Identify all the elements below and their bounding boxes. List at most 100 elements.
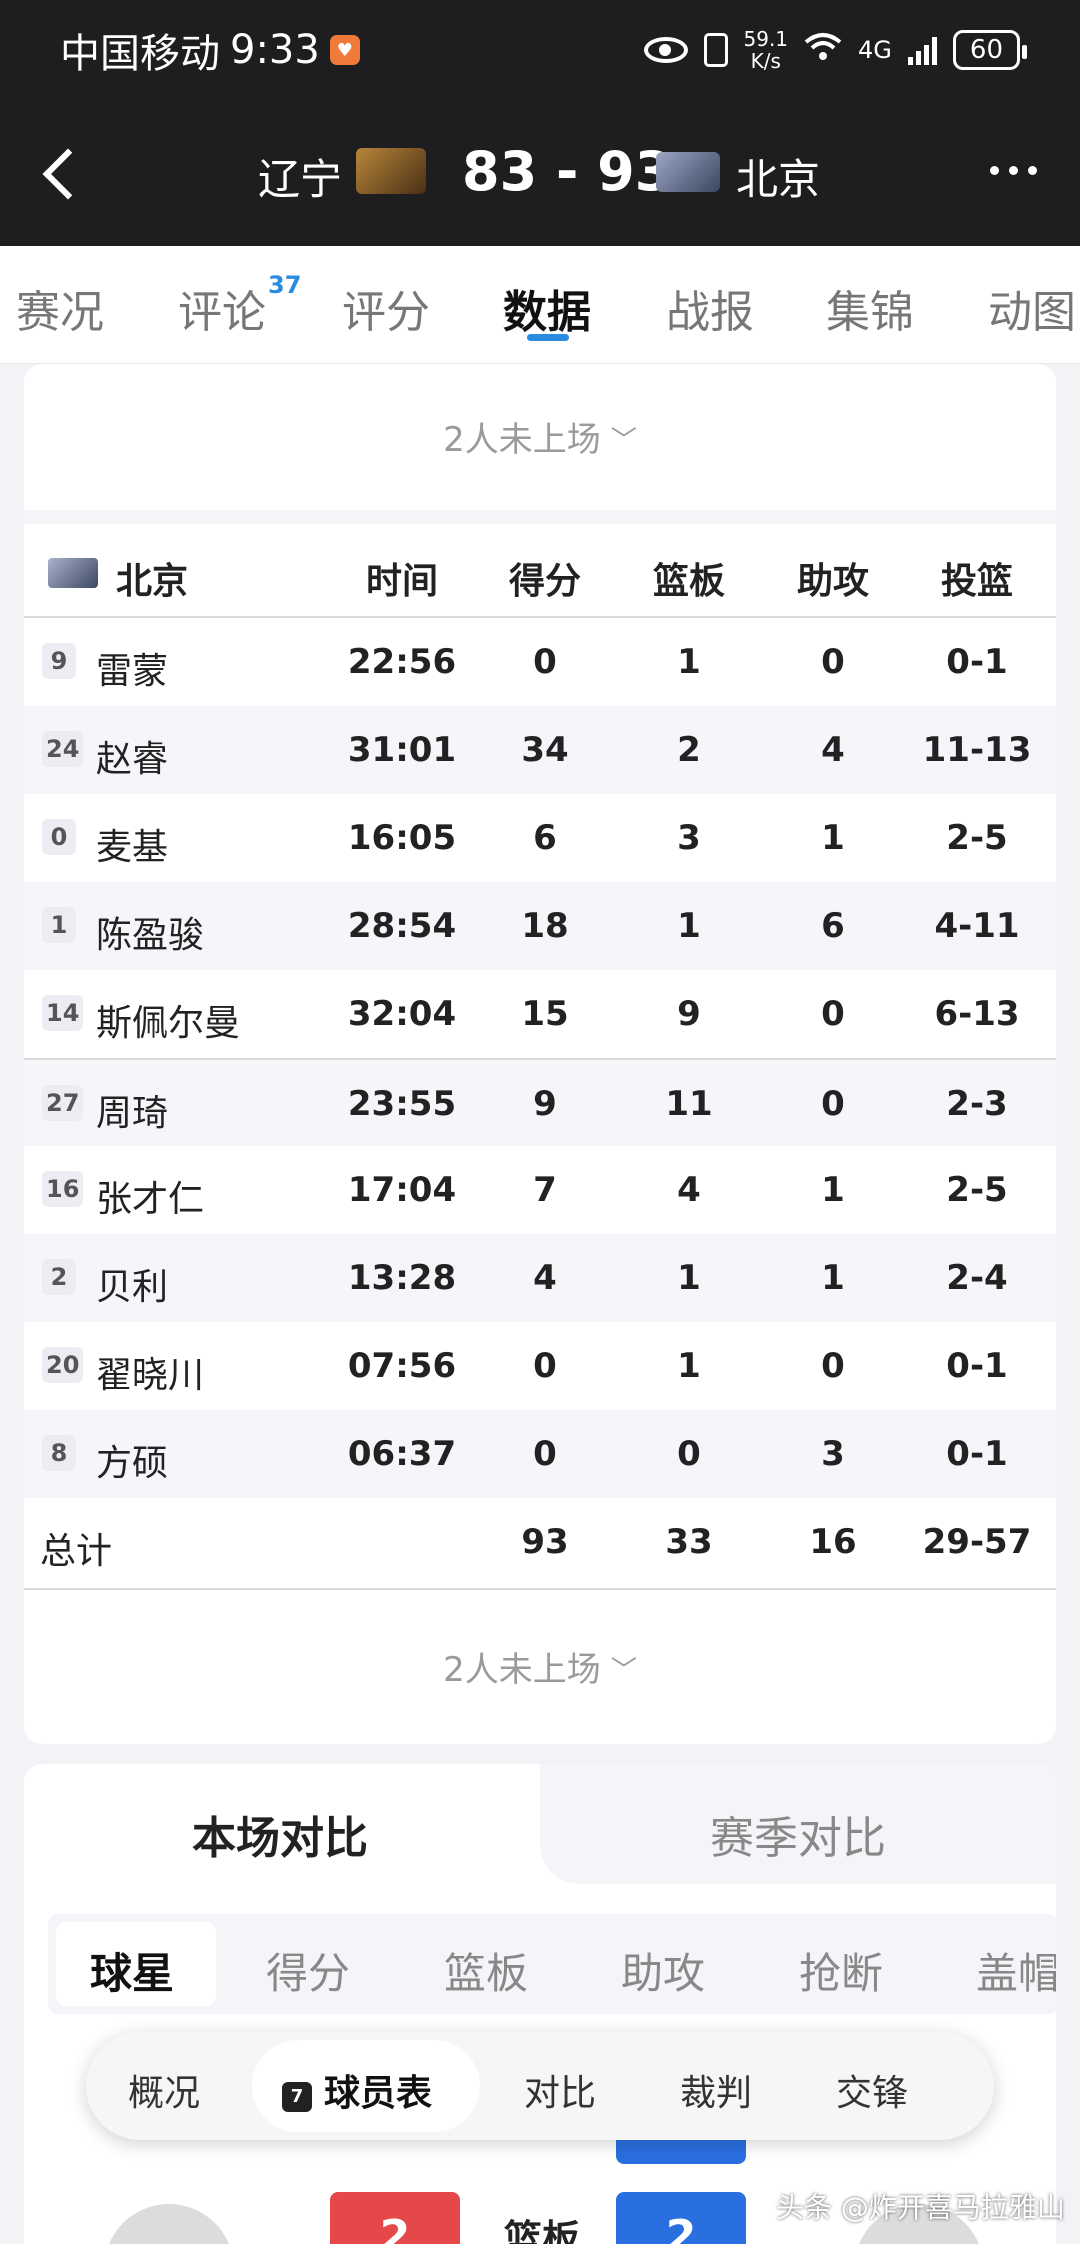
column-header[interactable]: 投篮 xyxy=(907,552,1047,604)
tab-gifs[interactable]: 动图 xyxy=(988,276,1076,340)
tab-comments[interactable]: 评论37 xyxy=(178,271,301,340)
stat-cell-reb: 1 xyxy=(677,1346,701,1386)
total-points: 93 xyxy=(521,1522,569,1562)
stat-cell-time: 31:01 xyxy=(347,730,457,770)
stat-cell-fg: 0-1 xyxy=(946,1434,1008,1474)
player-row[interactable]: 14 斯佩尔曼 32:04 15 9 0 6-13 xyxy=(24,970,1056,1058)
stat-cell-ast: 1 xyxy=(821,1258,845,1298)
away-team-logo[interactable] xyxy=(656,152,720,192)
stat-cell-ast: 1 xyxy=(821,1170,845,1210)
stat-cell-reb: 4 xyxy=(677,1170,701,1210)
player-name[interactable]: 贝利 xyxy=(96,1258,168,1310)
stat-cell-ast: 0 xyxy=(821,1084,845,1124)
tab-data[interactable]: 数据 xyxy=(503,276,591,340)
stat-cell-time: 13:28 xyxy=(347,1258,457,1298)
stat-cell-fg: 2-5 xyxy=(946,1170,1008,1210)
match-score: 83 - 93 xyxy=(462,140,673,203)
player-row[interactable]: 9 雷蒙 22:56 0 1 0 0-1 xyxy=(24,618,1056,706)
speed-unit: K/s xyxy=(750,49,781,73)
sub-tab-steals[interactable]: 抢断 xyxy=(799,1940,883,2001)
away-team-name[interactable]: 北京 xyxy=(736,146,820,207)
nav-player-table[interactable]: 7 球员表 xyxy=(282,2064,432,2116)
calendar-icon: 7 xyxy=(282,2082,312,2112)
dnp-toggle-top[interactable]: 2人未上场 ﹀ xyxy=(24,412,1056,461)
stat-cell-time: 28:54 xyxy=(347,906,457,946)
column-header[interactable]: 时间 xyxy=(332,552,472,604)
tab-bar: 赛况 评论37 评分 数据 战报 集锦 动图 xyxy=(0,246,1080,364)
comment-count-badge: 37 xyxy=(268,271,302,300)
column-header[interactable]: 篮板 xyxy=(619,552,759,604)
sub-tab-points[interactable]: 得分 xyxy=(266,1940,350,2001)
watermark: 头条 @炸开喜马拉雅山 xyxy=(776,2191,1065,2224)
player-row[interactable]: 8 方硕 06:37 0 0 3 0-1 xyxy=(24,1410,1056,1498)
tab-ratings[interactable]: 评分 xyxy=(342,276,430,340)
sub-tab-blocks[interactable]: 盖帽 xyxy=(976,1940,1056,2001)
stat-cell-pts: 4 xyxy=(533,1258,557,1298)
jersey-number: 27 xyxy=(42,1085,84,1121)
player-row[interactable]: 16 张才仁 17:04 7 4 1 2-5 xyxy=(24,1146,1056,1234)
status-bar: 中国移动 9:33 ♥ 59.1 K/s 4G 60 xyxy=(0,0,1080,100)
stat-cell-fg: 2-3 xyxy=(946,1084,1008,1124)
stat-cell-pts: 0 xyxy=(533,1346,557,1386)
player-row[interactable]: 2 贝利 13:28 4 1 1 2-4 xyxy=(24,1234,1056,1322)
network-type: 4G xyxy=(858,36,892,64)
player-name[interactable]: 张才仁 xyxy=(96,1170,204,1222)
stat-cell-fg: 2-4 xyxy=(946,1258,1008,1298)
stat-cell-ast: 6 xyxy=(821,906,845,946)
game-comparison-label: 本场对比 xyxy=(192,1813,368,1864)
player-name[interactable]: 翟晓川 xyxy=(96,1346,204,1398)
nav-compare[interactable]: 对比 xyxy=(524,2064,596,2116)
tab-report[interactable]: 战报 xyxy=(666,276,754,340)
player-row[interactable]: 1 陈盈骏 28:54 18 1 6 4-11 xyxy=(24,882,1056,970)
player-name[interactable]: 陈盈骏 xyxy=(96,906,204,958)
season-comparison-label: 赛季对比 xyxy=(710,1813,886,1864)
status-left: 中国移动 9:33 ♥ xyxy=(60,21,360,79)
wifi-icon xyxy=(804,32,842,68)
comparison-card: 本场对比 赛季对比 球星 得分 篮板 助攻 抢断 盖帽 2 篮板 2 xyxy=(24,1764,1056,2244)
battery-indicator: 60 xyxy=(952,30,1028,70)
player-name[interactable]: 周琦 xyxy=(96,1084,168,1136)
player-name[interactable]: 麦基 xyxy=(96,818,168,870)
stat-cell-ast: 0 xyxy=(821,994,845,1034)
player-name[interactable]: 方硕 xyxy=(96,1434,168,1486)
home-team-logo[interactable] xyxy=(356,148,426,194)
back-arrow-icon[interactable] xyxy=(40,146,84,200)
player-name[interactable]: 斯佩尔曼 xyxy=(96,994,240,1046)
player-row[interactable]: 0 麦基 16:05 6 3 1 2-5 xyxy=(24,794,1056,882)
column-header[interactable]: 得分 xyxy=(475,552,615,604)
player-name[interactable]: 赵睿 xyxy=(96,730,168,782)
stat-cell-ast: 3 xyxy=(821,1434,845,1474)
player-name[interactable]: 雷蒙 xyxy=(96,642,168,694)
stat-cell-time: 23:55 xyxy=(347,1084,457,1124)
sub-tab-assists[interactable]: 助攻 xyxy=(621,1940,705,2001)
tab-highlights[interactable]: 集锦 xyxy=(826,276,914,340)
carrier-label: 中国移动 xyxy=(60,31,220,77)
stat-cell-reb: 0 xyxy=(677,1434,701,1474)
more-options-icon[interactable] xyxy=(990,166,1037,175)
nav-referees[interactable]: 裁判 xyxy=(680,2064,752,2116)
stat-cell-time: 06:37 xyxy=(347,1434,457,1474)
chevron-down-icon: ﹀ xyxy=(610,1656,637,1686)
jersey-number: 14 xyxy=(42,995,84,1031)
stat-cell-pts: 15 xyxy=(521,994,569,1034)
home-player-avatar[interactable] xyxy=(104,2204,234,2244)
sub-tab-rebounds[interactable]: 篮板 xyxy=(444,1940,528,2001)
jersey-number: 2 xyxy=(42,1259,76,1295)
player-row[interactable]: 20 翟晓川 07:56 0 1 0 0-1 xyxy=(24,1322,1056,1410)
nav-overview[interactable]: 概况 xyxy=(128,2064,200,2116)
tab-live[interactable]: 赛况 xyxy=(16,276,104,340)
chevron-down-icon: ﹀ xyxy=(610,426,637,456)
away-stat-value: 2 xyxy=(616,2192,746,2244)
jersey-number: 9 xyxy=(42,643,76,679)
nav-head-to-head[interactable]: 交锋 xyxy=(836,2064,908,2116)
column-header[interactable]: 助攻 xyxy=(763,552,903,604)
player-row[interactable]: 24 赵睿 31:01 34 2 4 11-13 xyxy=(24,706,1056,794)
stat-cell-time: 22:56 xyxy=(347,642,457,682)
team-logo-small xyxy=(48,558,98,588)
team-name-header: 北京 xyxy=(116,561,189,602)
total-field-goals: 29-57 xyxy=(922,1522,1032,1562)
player-row[interactable]: 27 周琦 23:55 9 11 0 2-3 xyxy=(24,1058,1056,1146)
dnp-toggle-bottom[interactable]: 2人未上场 ﹀ xyxy=(24,1642,1056,1691)
home-team-name[interactable]: 辽宁 xyxy=(258,146,342,207)
sub-tab-stars[interactable]: 球星 xyxy=(90,1940,174,2001)
